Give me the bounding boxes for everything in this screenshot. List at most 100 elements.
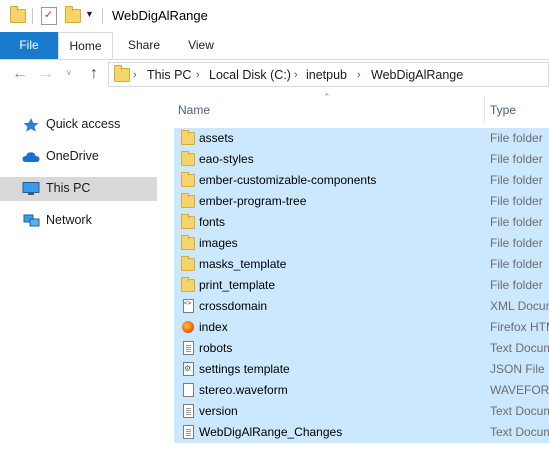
- network-icon: [23, 214, 40, 227]
- recent-locations-chevron-icon[interactable]: ∨: [66, 68, 72, 77]
- customize-quick-access-icon[interactable]: ▼: [85, 9, 94, 19]
- file-type: File folder: [490, 194, 543, 208]
- file-name[interactable]: ember-customizable-components: [199, 173, 376, 187]
- file-row[interactable]: version Text Docum: [174, 401, 549, 422]
- cloud-icon: [22, 152, 40, 162]
- file-row[interactable]: fonts File folder: [174, 212, 549, 233]
- toolbar-divider: [32, 8, 33, 24]
- file-type: File folder: [490, 236, 543, 250]
- column-header-type[interactable]: Type: [490, 103, 516, 117]
- file-name[interactable]: WebDigAlRange_Changes: [199, 425, 342, 439]
- file-type: Text Docum: [490, 425, 549, 439]
- file-row[interactable]: images File folder: [174, 233, 549, 254]
- file-name[interactable]: masks_template: [199, 257, 286, 271]
- column-header-name[interactable]: Name: [178, 103, 210, 117]
- toolbar-divider: [102, 8, 103, 24]
- tab-view[interactable]: View: [176, 32, 226, 59]
- breadcrumb-local-disk[interactable]: Local Disk (C:): [209, 68, 291, 82]
- breadcrumb-current-folder[interactable]: WebDigAlRange: [371, 68, 463, 82]
- breadcrumb-chevron-icon[interactable]: ›: [196, 69, 200, 81]
- file-row[interactable]: assets File folder: [174, 128, 549, 149]
- file-row[interactable]: stereo.waveform WAVEFORM: [174, 380, 549, 401]
- file-name[interactable]: version: [199, 404, 238, 418]
- file-row[interactable]: ember-customizable-components File folder: [174, 170, 549, 191]
- file-row[interactable]: crossdomain XML Docum: [174, 296, 549, 317]
- title-bar: [0, 0, 549, 32]
- file-name[interactable]: fonts: [199, 215, 225, 229]
- nav-item-label: Network: [46, 213, 92, 227]
- window-title: WebDigAlRange: [112, 8, 208, 23]
- folder-icon: [181, 130, 195, 145]
- up-arrow-icon[interactable]: ↑: [84, 64, 104, 84]
- file-type: File folder: [490, 257, 543, 271]
- breadcrumb-chevron-icon[interactable]: ›: [133, 69, 137, 81]
- file-type: Text Docum: [490, 404, 549, 418]
- file-type: File folder: [490, 173, 543, 187]
- nav-item-label: This PC: [46, 181, 91, 195]
- folder-icon: [181, 193, 195, 208]
- file-type: File folder: [490, 215, 543, 229]
- nav-item-quick-access[interactable]: Quick access: [0, 113, 157, 137]
- firefox-html-icon: [182, 321, 194, 333]
- back-arrow-icon[interactable]: ←: [10, 64, 30, 84]
- star-icon: [23, 118, 39, 132]
- file-type: WAVEFORM: [490, 383, 549, 397]
- nav-item-onedrive[interactable]: OneDrive: [0, 145, 157, 169]
- file-name[interactable]: index: [199, 320, 228, 334]
- file-row[interactable]: masks_template File folder: [174, 254, 549, 275]
- file-type: File folder: [490, 278, 543, 292]
- folder-icon: [10, 6, 26, 23]
- file-type: Firefox HTM: [490, 320, 549, 334]
- breadcrumb-inetpub[interactable]: inetpub: [306, 68, 347, 82]
- file-type: Text Docum: [490, 341, 549, 355]
- folder-icon: [114, 65, 130, 82]
- file-name[interactable]: print_template: [199, 278, 275, 292]
- file-name[interactable]: stereo.waveform: [199, 383, 288, 397]
- nav-item-network[interactable]: Network: [0, 209, 157, 233]
- column-divider[interactable]: [484, 97, 485, 123]
- new-folder-icon[interactable]: [65, 6, 81, 23]
- file-name[interactable]: ember-program-tree: [199, 194, 306, 208]
- folder-icon: [181, 214, 195, 229]
- xml-file-icon: [183, 299, 194, 313]
- file-type: JSON File: [490, 362, 545, 376]
- file-name[interactable]: settings template: [199, 362, 290, 376]
- text-file-icon: [183, 425, 194, 439]
- file-row[interactable]: eao-styles File folder: [174, 149, 549, 170]
- tab-file[interactable]: File: [0, 32, 58, 59]
- forward-arrow-icon[interactable]: →: [36, 64, 56, 84]
- file-type: File folder: [490, 131, 543, 145]
- file-row[interactable]: robots Text Docum: [174, 338, 549, 359]
- nav-item-label: Quick access: [46, 117, 121, 131]
- breadcrumb-chevron-icon[interactable]: ›: [294, 69, 298, 81]
- folder-icon: [181, 277, 195, 292]
- file-name[interactable]: robots: [199, 341, 232, 355]
- file-row[interactable]: WebDigAlRange_Changes Text Docum: [174, 422, 549, 443]
- file-name[interactable]: images: [199, 236, 238, 250]
- file-name[interactable]: crossdomain: [199, 299, 267, 313]
- nav-item-label: OneDrive: [46, 149, 99, 163]
- folder-icon: [181, 172, 195, 187]
- file-name[interactable]: assets: [199, 131, 234, 145]
- text-file-icon: [183, 404, 194, 418]
- nav-item-this-pc[interactable]: This PC: [0, 177, 157, 201]
- computer-icon: [22, 182, 40, 195]
- file-row[interactable]: index Firefox HTM: [174, 317, 549, 338]
- folder-icon: [181, 256, 195, 271]
- file-name[interactable]: eao-styles: [199, 152, 254, 166]
- file-type: XML Docum: [490, 299, 549, 313]
- file-row[interactable]: print_template File folder: [174, 275, 549, 296]
- blank-file-icon: [183, 383, 194, 397]
- file-row[interactable]: settings template JSON File: [174, 359, 549, 380]
- tab-share[interactable]: Share: [118, 32, 170, 59]
- breadcrumb-chevron-icon[interactable]: ›: [357, 69, 361, 81]
- folder-icon: [181, 235, 195, 250]
- file-list: assets File folder eao-styles File folder em…: [174, 128, 549, 443]
- folder-icon: [181, 151, 195, 166]
- file-row[interactable]: ember-program-tree File folder: [174, 191, 549, 212]
- breadcrumb-this-pc[interactable]: This PC: [147, 68, 191, 82]
- file-type: File folder: [490, 152, 543, 166]
- json-file-icon: [183, 362, 194, 376]
- tab-home[interactable]: Home: [58, 32, 113, 59]
- properties-icon[interactable]: ✓: [41, 7, 57, 25]
